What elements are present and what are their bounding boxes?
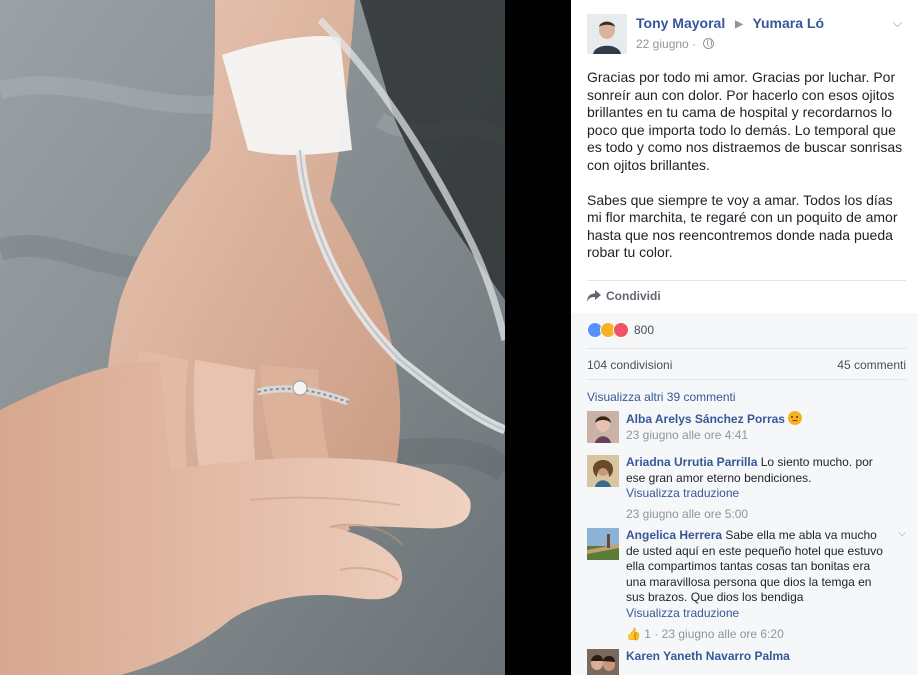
commenter-name[interactable]: Karen Yaneth Navarro Palma [626,649,790,663]
see-translation-link[interactable]: Visualizza traduzione [626,486,890,502]
globe-icon[interactable] [703,38,715,49]
crying-emoji-icon [788,411,803,425]
comment-time[interactable]: 23 giugno alle ore 5:00 [626,507,890,523]
comments-count[interactable]: 45 commenti [837,358,906,372]
post-panel: Tony Mayoral ▶ Yumara Ló 22 giugno · ⌵ G… [571,0,918,675]
post-header: Tony Mayoral ▶ Yumara Ló 22 giugno · ⌵ [587,14,908,54]
commenter-name[interactable]: Alba Arelys Sánchez Porras [626,412,785,426]
author-avatar[interactable] [587,14,627,54]
author-name[interactable]: Tony Mayoral [636,15,725,31]
photo-viewer [0,0,571,675]
comment-body: Karen Yaneth Navarro Palma [626,649,890,665]
comment-time[interactable]: 23 giugno alle ore 6:20 [662,627,784,641]
post-text: Gracias por todo mi amor. Gracias por lu… [587,69,907,279]
commenter-name[interactable]: Ariadna Urrutia Parrilla [626,455,757,469]
share-label: Condividi [606,289,661,303]
see-translation-link[interactable]: Visualizza traduzione [626,606,890,622]
action-bar: Condividi [587,280,906,314]
arrow-right-icon: ▶ [735,19,743,30]
post-photo[interactable] [0,0,505,675]
commenter-avatar[interactable] [587,455,619,487]
author-line: Tony Mayoral ▶ Yumara Ló [636,15,824,31]
engagement-counts: 104 condivisioni 45 commenti [587,348,906,380]
feedback-section: 800 104 condivisioni 45 commenti Visuali… [571,313,918,675]
comment-body: Ariadna Urrutia Parrilla Lo siento mucho… [626,455,890,522]
photo-illustration [0,0,505,675]
chevron-down-icon[interactable]: ⌵ [898,528,906,539]
share-button[interactable]: Condividi [587,289,661,303]
share-arrow-icon [587,290,601,302]
post-date[interactable]: 22 giugno [636,37,689,51]
chevron-down-icon[interactable]: ⌵ [893,16,902,31]
comment-meta: 👍 1 · 23 giugno alle ore 6:20 [626,626,784,641]
post-meta: 22 giugno · [636,37,715,51]
commenter-avatar[interactable] [587,528,619,560]
commenter-avatar[interactable] [587,411,619,443]
recipient-name[interactable]: Yumara Ló [752,15,824,31]
comment-body: Angelica Herrera Sabe ella me abla va mu… [626,528,890,642]
comment-item: Karen Yaneth Navarro Palma [587,649,906,675]
comment-item: Ariadna Urrutia Parrilla Lo siento mucho… [587,455,906,525]
thumbs-up-icon[interactable]: 👍 [626,627,641,641]
commenter-avatar[interactable] [587,649,619,675]
comment-item: Angelica Herrera Sabe ella me abla va mu… [587,528,906,648]
shares-count[interactable]: 104 condivisioni [587,358,672,372]
comment-body: Alba Arelys Sánchez Porras 23 giugno all… [626,411,890,443]
love-icon [613,322,629,338]
reaction-count: 800 [634,323,655,337]
comment-time[interactable]: 23 giugno alle ore 4:41 [626,428,890,444]
comment-like-count[interactable]: 1 [644,627,651,641]
post-paragraph-1: Gracias por todo mi amor. Gracias por lu… [587,69,903,173]
view-more-comments-link[interactable]: Visualizza altri 39 commenti [587,390,736,404]
commenter-name[interactable]: Angelica Herrera [626,528,722,542]
post-paragraph-2: Sabes que siempre te voy a amar. Todos l… [587,191,898,261]
reactions-summary[interactable]: 800 [587,321,654,339]
comment-item: Alba Arelys Sánchez Porras 23 giugno all… [587,411,906,447]
